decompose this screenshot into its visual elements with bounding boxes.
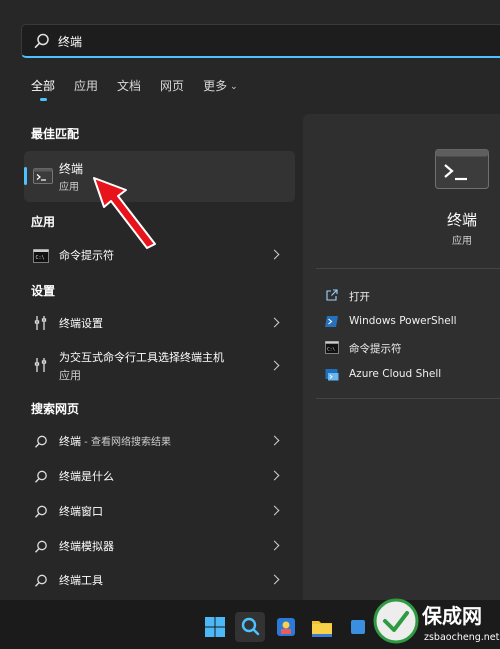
- terminal-app-icon: [33, 168, 53, 184]
- tab-more[interactable]: 更多 ⌄: [203, 78, 238, 102]
- svg-text:C:\: C:\: [36, 255, 45, 261]
- settings-tools-icon: [34, 316, 47, 330]
- action-label: Windows PowerShell: [349, 315, 457, 327]
- selection-indicator: [24, 167, 27, 185]
- best-match-name: 终端: [59, 162, 84, 176]
- settings-item-label: 终端设置: [59, 317, 103, 330]
- start-search-panel: 全部 应用 文档 网页 更多⌄ 最佳匹配 终端 应用 应用 C:\ 命令提示符 …: [0, 0, 500, 600]
- watermark-url: zsbaocheng.net: [424, 632, 500, 643]
- settings-item-terminal-settings[interactable]: 终端设置: [31, 315, 286, 333]
- divider: [316, 268, 500, 269]
- red-arrow-annotation-icon: [93, 177, 156, 249]
- best-match-item[interactable]: 终端 应用: [24, 151, 295, 202]
- web-search-heading: 搜索网页: [31, 402, 80, 416]
- web-result-item[interactable]: 终端是什么: [31, 468, 286, 486]
- settings-item-type: 应用: [59, 369, 81, 382]
- web-result-item[interactable]: 终端窗口: [31, 503, 286, 521]
- watermark-logo: 保成网 zsbaocheng.net: [373, 598, 500, 644]
- watermark-brand: 保成网: [421, 604, 482, 628]
- filter-tabs: 全部 应用 文档 网页 更多 ⌄: [31, 78, 257, 102]
- action-label: 命令提示符: [349, 343, 402, 355]
- web-result-label: 终端: [59, 435, 81, 448]
- best-match-type: 应用: [59, 182, 79, 193]
- svg-text:C:\: C:\: [327, 347, 335, 353]
- tab-all[interactable]: 全部: [31, 78, 55, 102]
- tab-more-label: 更多: [203, 79, 228, 93]
- cmd-icon: C:\: [325, 341, 339, 354]
- cmd-icon: C:\: [33, 249, 49, 263]
- web-result-label: 终端窗口: [59, 505, 103, 518]
- chevron-right-icon[interactable]: [269, 574, 280, 585]
- settings-tools-icon: [34, 358, 47, 372]
- search-box[interactable]: [21, 24, 500, 58]
- settings-heading: 设置: [31, 284, 56, 298]
- detail-pane: 终端 应用 打开 Windows PowerShell C:\ 命令提示符 Az…: [303, 114, 500, 600]
- azure-cloud-shell-icon: [325, 369, 339, 381]
- web-result-suffix: - 查看网络搜索结果: [81, 437, 171, 448]
- chevron-right-icon[interactable]: [269, 435, 280, 446]
- web-result-item[interactable]: 终端模拟器: [31, 538, 286, 556]
- chevron-right-icon[interactable]: [269, 249, 280, 260]
- web-result-label: 终端模拟器: [59, 540, 114, 553]
- action-label: Azure Cloud Shell: [349, 368, 442, 380]
- search-icon: [34, 574, 47, 587]
- search-icon: [34, 540, 47, 553]
- search-icon: [34, 505, 47, 518]
- chevron-down-icon: ⌄: [230, 82, 238, 92]
- chevron-right-icon[interactable]: [269, 540, 280, 551]
- search-icon: [34, 470, 47, 483]
- taskbar-app-icon[interactable]: [343, 612, 373, 642]
- taskbar-search-icon[interactable]: [235, 612, 265, 642]
- terminal-app-icon: [435, 149, 489, 189]
- settings-item-default-terminal[interactable]: 为交互式命令行工具选择终端主机 应用: [31, 349, 286, 383]
- web-result-label: 终端是什么: [59, 470, 114, 483]
- detail-app-type: 应用: [452, 236, 472, 247]
- chevron-right-icon[interactable]: [269, 360, 280, 371]
- apps-heading: 应用: [31, 215, 56, 229]
- tab-documents[interactable]: 文档: [117, 78, 141, 102]
- action-label: 打开: [349, 291, 370, 303]
- search-icon: [34, 435, 47, 448]
- photos-app-icon[interactable]: [271, 612, 301, 642]
- settings-item-label: 为交互式命令行工具选择终端主机: [59, 351, 224, 364]
- file-explorer-icon[interactable]: [307, 612, 337, 642]
- best-match-heading: 最佳匹配: [31, 127, 80, 141]
- search-input[interactable]: [56, 30, 456, 52]
- chevron-right-icon[interactable]: [269, 470, 280, 481]
- web-result-item[interactable]: 终端 - 查看网络搜索结果: [31, 433, 286, 451]
- windows-start-icon[interactable]: [200, 612, 230, 642]
- tab-web[interactable]: 网页: [160, 78, 184, 102]
- divider: [316, 398, 500, 399]
- tab-apps[interactable]: 应用: [74, 78, 98, 102]
- app-item-command-prompt[interactable]: C:\ 命令提示符: [31, 247, 286, 265]
- open-icon: [326, 289, 338, 301]
- chevron-right-icon[interactable]: [269, 317, 280, 328]
- chevron-right-icon[interactable]: [269, 505, 280, 516]
- web-result-item[interactable]: 终端工具: [31, 572, 286, 590]
- powershell-icon: [325, 316, 338, 327]
- search-icon: [34, 33, 49, 48]
- detail-app-name: 终端: [446, 211, 477, 229]
- web-result-label: 终端工具: [59, 574, 103, 587]
